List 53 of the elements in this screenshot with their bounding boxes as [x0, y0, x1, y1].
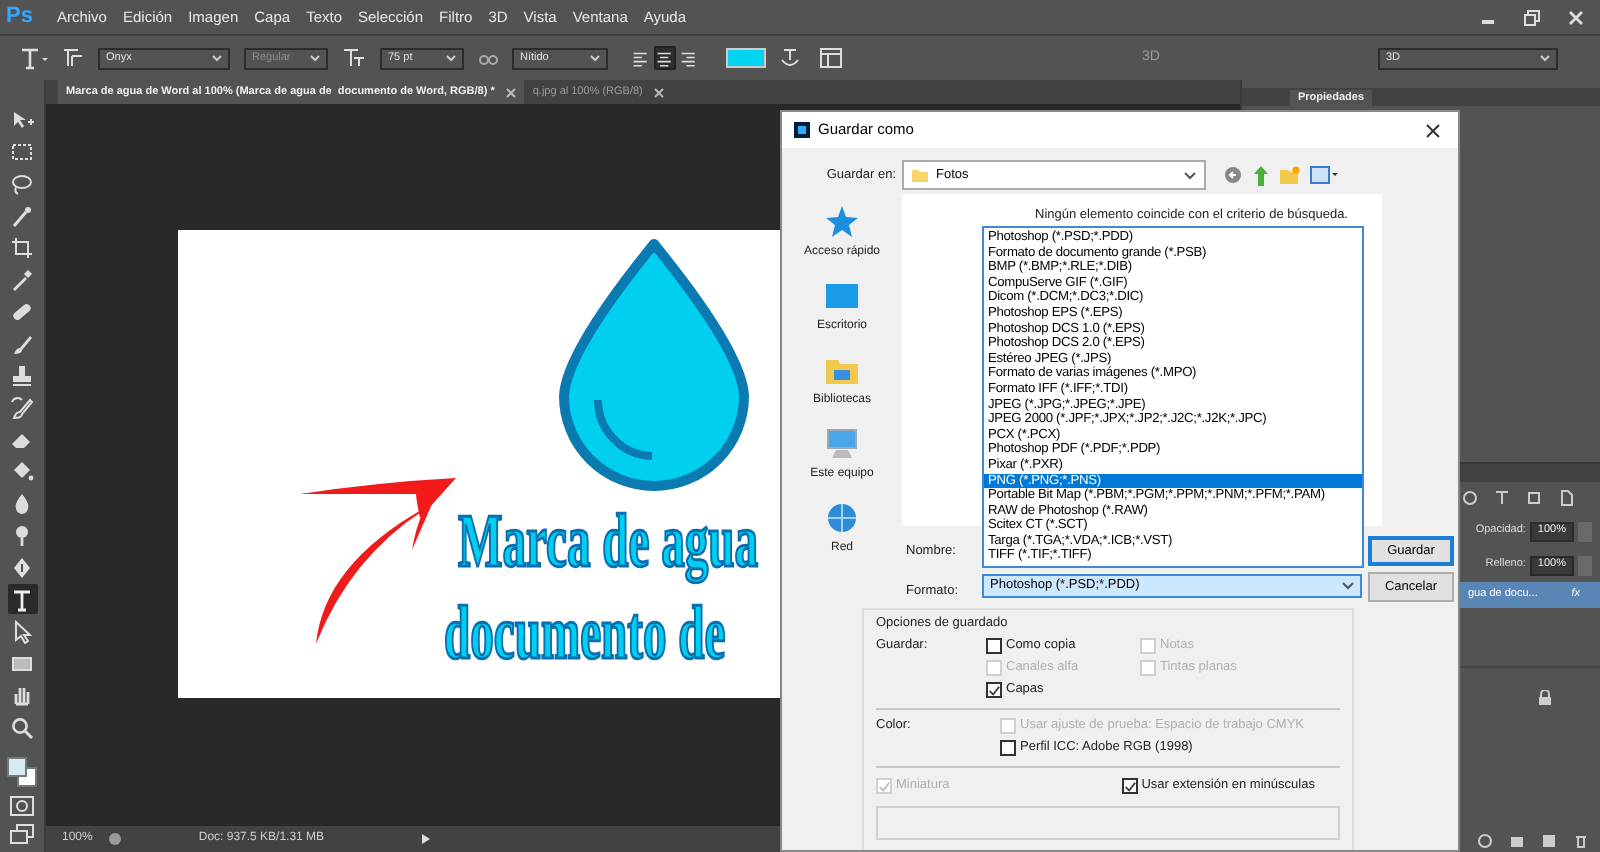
text-tool-icon[interactable]: [20, 47, 48, 69]
caret-icon: [1184, 171, 1196, 179]
zoom-icon[interactable]: [7, 712, 37, 742]
format-list[interactable]: [982, 226, 1364, 569]
folder-icon: [912, 168, 928, 182]
circle-icon[interactable]: [1462, 490, 1478, 506]
screen-mode-icon[interactable]: [10, 824, 34, 844]
history-brush-icon[interactable]: [7, 392, 37, 422]
stamp-icon[interactable]: [7, 360, 37, 390]
lock-icon: [1538, 690, 1552, 706]
panels-icon[interactable]: [820, 48, 842, 68]
caret-icon: [446, 54, 456, 62]
adjustment-icon[interactable]: [1478, 833, 1492, 847]
close-icon[interactable]: [1426, 123, 1440, 137]
crop-icon[interactable]: [7, 232, 37, 262]
watermark-text: documento de: [444, 594, 726, 674]
text-color-swatch[interactable]: [726, 48, 766, 68]
trash-icon[interactable]: [1574, 833, 1588, 847]
watermark-text: Marca de agua: [458, 502, 759, 582]
caret-icon: [1342, 582, 1354, 590]
desktop-icon: [825, 280, 858, 312]
warp-text-icon[interactable]: [780, 47, 800, 69]
library-folder-icon: [825, 354, 858, 386]
app-logo: Ps: [6, 2, 33, 33]
checkmark-icon: [1123, 779, 1136, 794]
app-icon: [794, 122, 810, 138]
info-icon[interactable]: [108, 832, 123, 846]
type-tool-icon[interactable]: [7, 584, 37, 614]
view-menu-icon[interactable]: [1310, 166, 1338, 184]
back-arrow-icon[interactable]: [1224, 166, 1242, 184]
antialias-icon: [478, 50, 498, 66]
star-icon: [826, 206, 858, 238]
document-icon[interactable]: [1558, 490, 1574, 506]
caret-icon: [590, 54, 600, 62]
close-icon[interactable]: [654, 87, 665, 97]
caret-icon: [310, 54, 320, 62]
text-orientation-icon[interactable]: [62, 48, 84, 68]
folder-icon[interactable]: [1510, 833, 1524, 847]
caret-icon: [212, 54, 222, 62]
type-layer-icon[interactable]: [1494, 490, 1510, 506]
align-center-icon[interactable]: [654, 46, 676, 70]
caret-icon: [1540, 54, 1550, 62]
checkmark-icon: [878, 779, 890, 794]
play-icon[interactable]: [420, 832, 433, 846]
quick-mask-icon[interactable]: [10, 796, 34, 816]
font-size-icon: [342, 48, 366, 68]
checkmark-icon: [988, 683, 1000, 698]
computer-icon: [825, 428, 858, 460]
network-icon: [826, 502, 858, 534]
color-swatches-icon[interactable]: [6, 756, 38, 788]
new-layer-icon[interactable]: [1542, 833, 1556, 847]
crop-frame-icon[interactable]: [1526, 490, 1542, 506]
restore-icon[interactable]: [1524, 9, 1540, 25]
